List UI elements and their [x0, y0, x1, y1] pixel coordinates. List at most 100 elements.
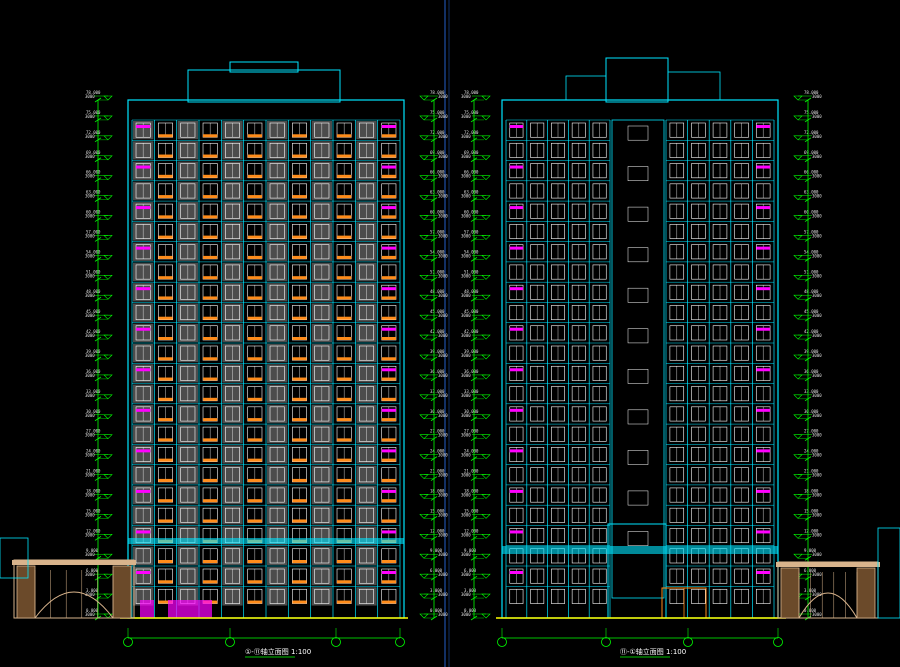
air-conditioner-panel: [136, 408, 151, 412]
elevation-marker-icon: [103, 354, 113, 360]
elevation-marker-icon: [793, 354, 803, 360]
dimension-text: 3000: [461, 253, 471, 258]
dimension-text: 3000: [438, 612, 448, 617]
balcony-rail: [203, 458, 218, 462]
dimension-text: 3000: [438, 313, 448, 318]
balcony-rail: [203, 397, 218, 401]
cad-elevation-viewport[interactable]: 78.000 75.000 72.000 69.000 66.000 63.000 60.0…: [0, 0, 900, 667]
dimension-text: 3000: [438, 233, 448, 238]
air-conditioner-panel: [381, 125, 396, 128]
elevation-marker-icon: [481, 474, 491, 479]
dimension-text: 3000: [812, 313, 822, 318]
balcony-rail: [247, 296, 262, 300]
dimension-text: 3000: [438, 174, 448, 179]
roof-machine-room: [565, 75, 607, 101]
stair-window: [627, 206, 649, 222]
dimension-text: 3000: [85, 393, 95, 398]
balcony-rail: [203, 337, 218, 340]
elevation-marker-icon: [103, 294, 113, 300]
dimension-text: 3000: [812, 333, 822, 338]
dimension-text: 3000: [438, 134, 448, 139]
dimension-text: 3000: [461, 194, 471, 199]
elevation-drawing-canvas[interactable]: 78.00075.00072.00069.00066.00063.00060.0…: [0, 0, 900, 667]
stair-window: [627, 328, 649, 344]
balcony-rail: [292, 397, 307, 401]
balcony-rail: [292, 560, 307, 563]
balcony-rail: [292, 154, 307, 158]
elevation-marker-icon: [793, 474, 803, 479]
elevation-marker-icon: [419, 414, 429, 420]
dimension-text: 3000: [438, 114, 448, 119]
balcony-rail: [203, 174, 218, 178]
balcony-rail: [158, 560, 173, 563]
balcony-rail: [158, 580, 173, 584]
air-conditioner-panel: [509, 449, 524, 453]
dimension-text: 3000: [85, 373, 95, 378]
dimension-text: 3000: [812, 512, 822, 517]
elevation-marker-icon: [419, 434, 429, 440]
balcony-rail: [158, 519, 173, 523]
elevation-marker-icon: [419, 454, 429, 460]
elevation-marker-icon: [419, 294, 429, 300]
dimension-text: 3000: [85, 552, 95, 557]
elevation-marker-icon: [793, 374, 803, 380]
balcony-rail: [203, 580, 218, 584]
elevation-marker-icon: [103, 454, 113, 460]
dimension-text: 3000: [812, 114, 822, 119]
balcony-rail: [292, 296, 307, 300]
air-conditioner-panel: [756, 165, 771, 169]
balcony-rail: [381, 458, 396, 462]
elevation-marker-icon: [481, 155, 491, 161]
air-conditioner-panel: [756, 287, 771, 291]
elevation-marker-icon: [103, 314, 113, 320]
elevation-marker-icon: [103, 95, 113, 101]
elevation-marker-icon: [103, 553, 113, 559]
dimension-text: 3000: [812, 373, 822, 378]
stair-window: [627, 166, 649, 181]
balcony-rail: [381, 519, 396, 523]
dimension-text: 3000: [812, 413, 822, 418]
balcony-rail: [381, 357, 396, 361]
dimension-text: 3000: [85, 532, 95, 537]
elevation-marker-icon: [793, 534, 803, 539]
balcony-rail: [203, 478, 218, 482]
elevation-marker-icon: [103, 434, 113, 440]
balcony-rail: [247, 499, 262, 503]
air-conditioner-panel: [509, 368, 524, 372]
balcony-rail: [158, 418, 173, 422]
left-elevation: 78.00075.00072.00069.00066.00063.00060.0…: [0, 61, 448, 647]
dimension-text: 3000: [438, 373, 448, 378]
air-conditioner-panel: [136, 327, 151, 331]
dimension-text: 3000: [812, 433, 822, 438]
elevation-marker-icon: [481, 553, 491, 559]
balcony-rail: [337, 499, 352, 503]
dimension-text: 3000: [812, 353, 822, 358]
balcony-rail: [381, 478, 396, 482]
air-conditioner-panel: [509, 125, 524, 128]
air-conditioner-panel: [756, 408, 771, 412]
dimension-text: 3000: [85, 134, 95, 139]
air-conditioner-panel: [381, 530, 396, 534]
elevation-marker-icon: [793, 454, 803, 460]
dimension-text: 3000: [438, 94, 448, 99]
elevation-marker-icon: [481, 95, 491, 101]
air-conditioner-panel: [381, 368, 396, 372]
elevation-marker-icon: [481, 434, 491, 440]
dimension-text: 3000: [461, 473, 471, 478]
balcony-rail: [337, 397, 352, 401]
dimension-text: 3000: [461, 174, 471, 179]
dimension-text: 3000: [461, 393, 471, 398]
air-conditioner-panel: [756, 571, 771, 574]
air-conditioner-panel: [381, 489, 396, 493]
air-conditioner-panel: [509, 287, 524, 291]
balcony-rail: [247, 337, 262, 340]
left-elevation-title: ①-⑪轴立面图 1:100: [245, 647, 311, 656]
balcony-rail: [337, 600, 352, 604]
balcony-rail: [292, 519, 307, 523]
balcony-rail: [337, 519, 352, 523]
balcony-rail: [203, 235, 218, 239]
balcony-rail: [203, 276, 218, 280]
balcony-rail: [292, 337, 307, 340]
elevation-marker-icon: [793, 215, 803, 220]
balcony-rail: [247, 478, 262, 482]
